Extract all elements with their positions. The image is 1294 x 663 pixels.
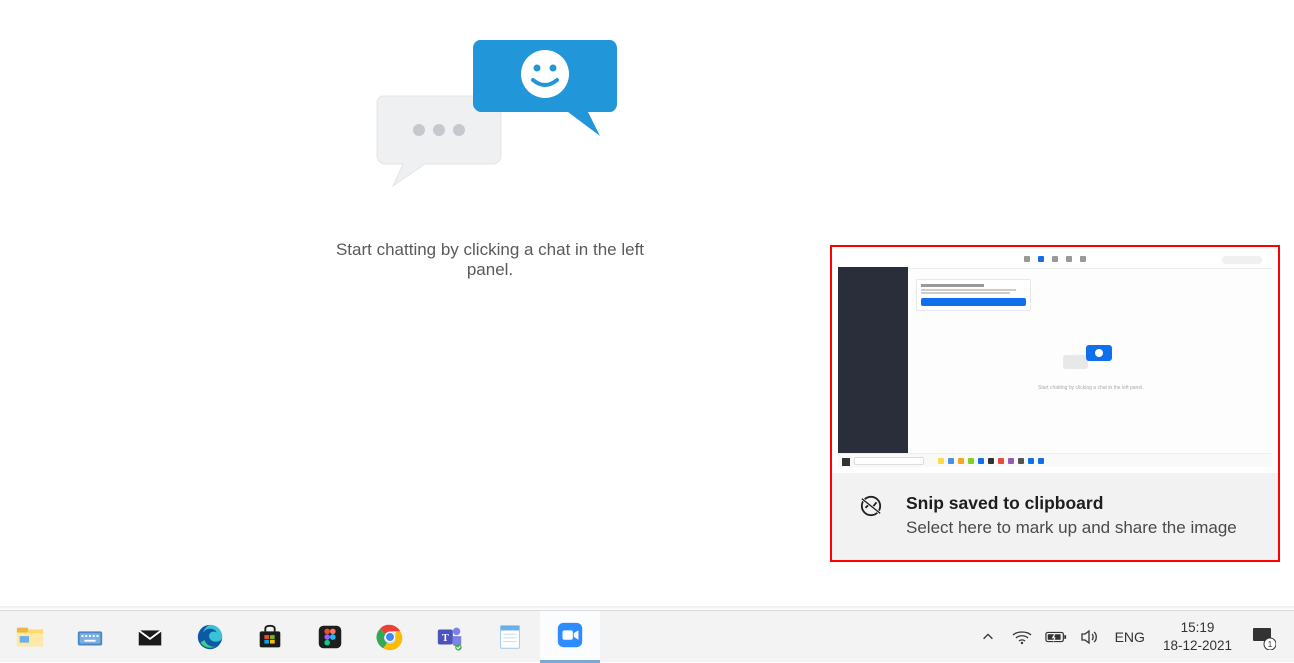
taskbar-zoom[interactable] [540,611,600,663]
chat-illustration [320,30,660,210]
notepad-icon [495,622,525,652]
snip-app-icon [860,495,882,517]
taskbar-keyboard[interactable] [60,611,120,663]
zoom-icon [555,620,585,650]
taskbar-mail[interactable] [120,611,180,663]
snip-preview-image: Start chatting by clicking a chat in the… [832,247,1278,473]
tray-date: 18-12-2021 [1163,637,1232,655]
notification-subtitle: Select here to mark up and share the ima… [906,517,1237,540]
chat-empty-state: Start chatting by clicking a chat in the… [320,30,660,280]
teams-icon: T [435,622,465,652]
edge-icon [195,622,225,652]
taskbar-notepad[interactable] [480,611,540,663]
tray-wifi-icon[interactable] [1011,626,1033,648]
tray-language[interactable]: ENG [1107,629,1153,645]
tray-action-center-icon[interactable]: 1 [1250,624,1276,650]
notification-title: Snip saved to clipboard [906,493,1237,514]
file-explorer-icon [15,622,45,652]
taskbar-edge[interactable] [180,611,240,663]
tray-battery-icon[interactable] [1045,626,1067,648]
svg-text:1: 1 [1268,640,1273,649]
taskbar-store[interactable] [240,611,300,663]
tray-clock[interactable]: 15:19 18-12-2021 [1153,619,1242,654]
tray-time: 15:19 [1163,619,1232,637]
chrome-icon [375,622,405,652]
store-icon [255,622,285,652]
snip-notification-toast[interactable]: Start chatting by clicking a chat in the… [830,245,1280,562]
taskbar-figma[interactable] [300,611,360,663]
svg-text:T: T [442,632,449,643]
taskbar-chrome[interactable] [360,611,420,663]
taskbar-file-explorer[interactable] [0,611,60,663]
figma-icon [315,622,345,652]
tray-chevron-up-icon[interactable] [977,626,999,648]
blue-bubble-icon [470,30,620,140]
taskbar-teams[interactable]: T [420,611,480,663]
mail-icon [135,622,165,652]
tray-volume-icon[interactable] [1079,626,1101,648]
windows-taskbar: T [0,610,1294,662]
empty-state-text: Start chatting by clicking a chat in the… [320,240,660,280]
keyboard-icon [75,622,105,652]
